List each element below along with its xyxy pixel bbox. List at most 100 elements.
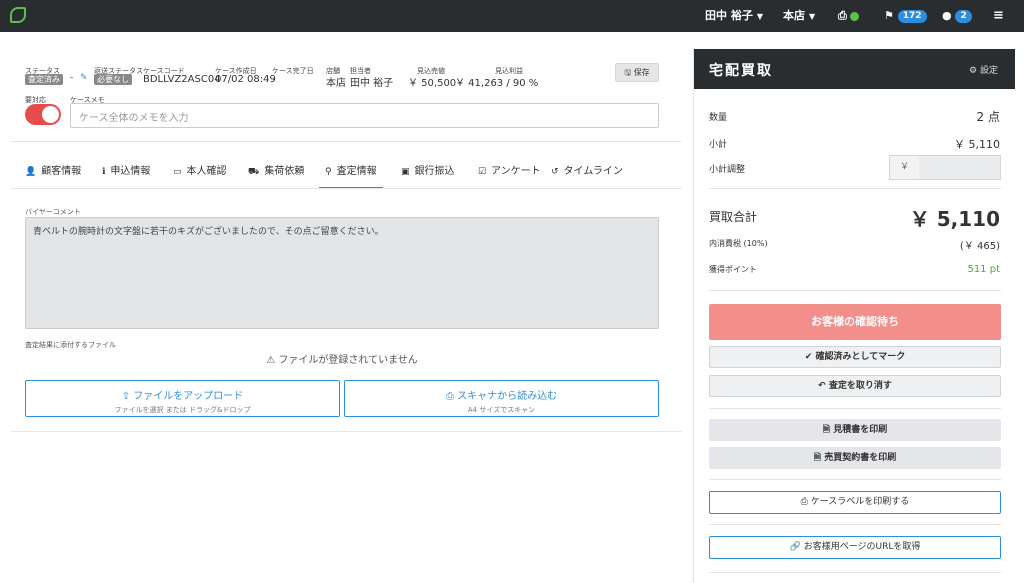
scan-sub-label: A4 サイズでスキャン (467, 406, 536, 414)
flag-count-badge: 172 (897, 9, 927, 23)
get-customer-url-button[interactable]: 🔗 お客様用ページのURLを取得 (709, 536, 1001, 559)
survey-icon: ☑ (478, 167, 487, 177)
tab-label: 申込情報 (110, 166, 151, 177)
user-name: 田中 裕子 (705, 9, 753, 22)
case-code-value: BDLLVZ2ASC04 (143, 74, 221, 85)
save-button[interactable]: 🖫 保存 (615, 63, 659, 82)
link-icon: 🔗 (789, 542, 801, 552)
divider (709, 188, 1001, 189)
settings-button[interactable]: ⚙ 設定 (969, 63, 998, 76)
points-value: 511 pt (967, 264, 1000, 275)
status-badge[interactable]: 査定済み (25, 74, 63, 85)
tab-identity-check[interactable]: ▭ 本人確認 (173, 159, 227, 189)
chat-icon: ● (942, 9, 952, 22)
subtotal-adjust-input[interactable] (919, 155, 1001, 180)
tab-customer-info[interactable]: 👤 顧客情報 (25, 159, 81, 189)
scan-button[interactable]: ⎙ スキャナから読み込む A4 サイズでスキャン (344, 380, 659, 417)
toggle-knob (42, 106, 59, 123)
hamburger-menu-icon[interactable]: ≡ (993, 0, 1004, 32)
status-dot-icon (849, 11, 859, 21)
upload-file-button[interactable]: ⇪ ファイルをアップロード ファイルを選択 または ドラッグ&ドロップ (25, 380, 340, 417)
tab-application-info[interactable]: ℹ 申込情報 (102, 159, 150, 189)
bank-icon: ▣ (401, 167, 410, 177)
tab-assessment-info[interactable]: ⚲ 査定情報 (319, 159, 383, 189)
divider (709, 524, 1001, 525)
tab-label: 顧客情報 (41, 166, 82, 177)
pdf-icon: 🗎 (813, 453, 822, 463)
save-icon: 🖫 (624, 68, 632, 77)
divider (709, 408, 1001, 409)
upload-icon: ⇪ (121, 391, 131, 402)
tab-timeline[interactable]: ↺ タイムライン (551, 159, 623, 189)
printer-icon: ⎙ (445, 391, 454, 402)
edit-pencil-icon[interactable]: ✎ (80, 73, 88, 83)
expected-sales-value: ￥ 50,500 (408, 78, 457, 89)
save-label: 保存 (633, 68, 650, 77)
needs-action-toggle[interactable] (25, 104, 61, 125)
quantity-value: 2 点 (976, 110, 1000, 124)
awaiting-confirmation-button[interactable]: お客様の確認待ち (709, 304, 1001, 340)
settings-label: 設定 (979, 66, 998, 76)
pdf-icon: 🗎 (822, 425, 831, 435)
print-contract-button[interactable]: 🗎 売買契約書を印刷 (709, 447, 1001, 469)
attached-files-label: 査定結果に添付するファイル (25, 341, 116, 349)
cancel-assessment-button[interactable]: ↶ 査定を取り消す (709, 375, 1001, 397)
cancel-assessment-label: 査定を取り消す (828, 381, 892, 391)
completed-value: - (272, 74, 276, 85)
undo-icon: ↶ (818, 381, 826, 391)
flag-notifications[interactable]: ⚑ 172 (884, 0, 927, 32)
staff-value: 田中 裕子 (350, 78, 394, 89)
print-case-label-label: ケースラベルを印刷する (810, 497, 910, 507)
subtotal-label: 小計 (709, 140, 728, 150)
warning-icon: ⚠ (266, 355, 276, 366)
printer-icon: ⎙ (838, 9, 847, 22)
print-case-label-button[interactable]: ⎙ ケースラベルを印刷する (709, 491, 1001, 514)
printer-icon: ⎙ (800, 497, 808, 507)
case-memo-input[interactable]: ケース全体のメモを入力 (70, 103, 659, 128)
upload-label: ファイルをアップロード (133, 391, 244, 402)
subtotal-adjust-label: 小計調整 (709, 165, 746, 175)
chat-notifications[interactable]: ● 2 (942, 0, 972, 32)
return-status-badge[interactable]: 必要なし (94, 74, 132, 85)
panel-header: 宅配買取 ⚙ 設定 (694, 49, 1015, 89)
tab-bank-transfer[interactable]: ▣ 銀行振込 (401, 159, 455, 189)
divider (11, 141, 682, 142)
buyer-comment-textarea[interactable]: 青ベルトの腕時計の文字盤に若干のキズがございましたので、その点ご留意ください。 (25, 217, 659, 329)
app-logo-icon[interactable] (10, 7, 26, 23)
mark-confirmed-label: 確認済みとしてマーク (815, 352, 906, 362)
id-card-icon: ▭ (173, 167, 182, 177)
print-estimate-label: 見積書を印刷 (833, 425, 888, 435)
printer-status[interactable]: ⎙ (838, 0, 859, 32)
panel-title: 宅配買取 (709, 63, 773, 79)
search-icon: ⚲ (325, 167, 332, 177)
info-icon: ℹ (102, 167, 106, 177)
total-label: 買取合計 (709, 210, 758, 224)
store-menu[interactable]: 本店 ▼ (783, 0, 815, 32)
divider (709, 479, 1001, 480)
tab-label: アンケート (491, 166, 541, 177)
scan-label: スキャナから読み込む (457, 391, 558, 402)
tab-survey[interactable]: ☑ アンケート (478, 159, 541, 189)
tax-value: (￥ 465) (959, 241, 1000, 252)
points-label: 獲得ポイント (709, 265, 757, 274)
divider (709, 572, 1001, 573)
print-estimate-button[interactable]: 🗎 見積書を印刷 (709, 419, 1001, 441)
mark-confirmed-button[interactable]: ✔ 確認済みとしてマーク (709, 346, 1001, 368)
status-separator: - (70, 73, 74, 83)
tab-pickup-request[interactable]: ⛟ 集荷依頼 (248, 159, 304, 189)
truck-icon: ⛟ (248, 167, 260, 177)
quantity-label: 数量 (709, 113, 728, 123)
gear-icon: ⚙ (969, 66, 978, 76)
created-value: 07/02 08:49 (215, 74, 276, 85)
top-navbar: 田中 裕子 ▼ 本店 ▼ ⎙ ⚑ 172 ● 2 ≡ (0, 0, 1024, 32)
user-icon: 👤 (25, 167, 37, 177)
tab-label: 集荷依頼 (264, 166, 305, 177)
tab-label: 銀行振込 (414, 166, 455, 177)
total-value: ￥ 5,110 (909, 207, 1000, 231)
user-menu[interactable]: 田中 裕子 ▼ (705, 0, 763, 32)
check-icon: ✔ (804, 352, 813, 362)
buyer-comment-label: バイヤーコメント (25, 208, 81, 216)
store-value: 本店 (326, 78, 346, 89)
subtotal-value: ￥ 5,110 (954, 138, 1000, 151)
tab-label: 本人確認 (186, 166, 227, 177)
